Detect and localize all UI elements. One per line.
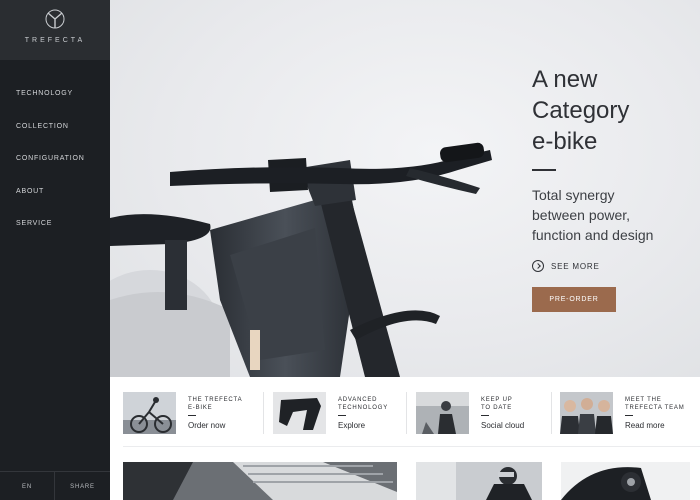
logo-block[interactable]: TREFECTA bbox=[0, 0, 110, 60]
feature-item-social[interactable]: KEEP UP TO DATE Social cloud bbox=[416, 392, 551, 436]
hero-banner: A new Category e-bike Total synergy betw… bbox=[110, 0, 700, 377]
hero-title: A new Category e-bike bbox=[532, 64, 692, 157]
feature-link[interactable]: Read more bbox=[625, 421, 665, 430]
hero-subtitle-line: between power, bbox=[532, 207, 631, 223]
strip-divider bbox=[123, 446, 700, 447]
gallery-tile-image[interactable] bbox=[123, 462, 397, 500]
language-button[interactable]: EN bbox=[0, 484, 54, 490]
sidebar: TREFECTA TECHNOLOGY COLLECTION CONFIGURA… bbox=[0, 0, 110, 500]
feature-thumb-image bbox=[416, 392, 469, 434]
nav-item-service[interactable]: SERVICE bbox=[16, 220, 85, 253]
sidebar-footer: EN SHARE bbox=[0, 471, 110, 500]
brand-name: TREFECTA bbox=[24, 37, 86, 44]
hero-subtitle-line: Total synergy bbox=[532, 187, 615, 203]
feature-link[interactable]: Explore bbox=[338, 421, 365, 430]
nav-item-technology[interactable]: TECHNOLOGY bbox=[16, 90, 85, 123]
feature-title-line: TO DATE bbox=[481, 405, 513, 411]
feature-title-line: KEEP UP bbox=[481, 397, 513, 403]
hero-title-line: A new bbox=[532, 66, 598, 93]
feature-title-line: E-BIKE bbox=[188, 405, 213, 411]
feature-title: THE TREFECTA E-BIKE bbox=[188, 396, 268, 412]
nav-item-configuration[interactable]: CONFIGURATION bbox=[16, 155, 85, 188]
hero-subtitle-line: function and design bbox=[532, 227, 654, 243]
feature-separator bbox=[406, 392, 407, 434]
nav-item-about[interactable]: ABOUT bbox=[16, 188, 85, 221]
hero-copy: A new Category e-bike Total synergy betw… bbox=[532, 64, 692, 312]
hero-divider bbox=[532, 169, 556, 171]
feature-item-technology[interactable]: ADVANCED TECHNOLOGY Explore bbox=[273, 392, 413, 436]
feature-strip: THE TREFECTA E-BIKE Order now ADVANCED T… bbox=[110, 377, 700, 450]
feature-separator bbox=[263, 392, 264, 434]
feature-separator bbox=[551, 392, 552, 434]
feature-link[interactable]: Social cloud bbox=[481, 421, 524, 430]
feature-dash bbox=[338, 415, 346, 416]
see-more-link[interactable]: SEE MORE bbox=[532, 259, 692, 273]
gallery-tile-image[interactable] bbox=[416, 462, 542, 500]
feature-title-line: TREFECTA TEAM bbox=[625, 405, 685, 411]
share-button[interactable]: SHARE bbox=[55, 484, 110, 490]
hero-title-line: e-bike bbox=[532, 128, 598, 155]
nav-item-collection[interactable]: COLLECTION bbox=[16, 123, 85, 156]
pre-order-button[interactable]: PRE-ORDER bbox=[532, 287, 616, 312]
feature-title: KEEP UP TO DATE bbox=[481, 396, 561, 412]
see-more-label: SEE MORE bbox=[551, 261, 600, 271]
feature-dash bbox=[625, 415, 633, 416]
feature-title-line: THE TREFECTA bbox=[188, 397, 243, 403]
feature-thumb-image bbox=[123, 392, 176, 434]
hero-subtitle: Total synergy between power, function an… bbox=[532, 185, 692, 245]
hero-title-line: Category bbox=[532, 97, 630, 124]
feature-dash bbox=[481, 415, 489, 416]
feature-item-ebike[interactable]: THE TREFECTA E-BIKE Order now bbox=[123, 392, 263, 436]
feature-thumb-image bbox=[560, 392, 613, 434]
arrow-right-circle-icon bbox=[532, 260, 544, 272]
feature-dash bbox=[188, 415, 196, 416]
gallery-tile-image[interactable] bbox=[561, 462, 690, 500]
feature-title-line: MEET THE bbox=[625, 397, 662, 403]
trefecta-logo-icon bbox=[45, 9, 65, 29]
feature-link[interactable]: Order now bbox=[188, 421, 225, 430]
feature-thumb-image bbox=[273, 392, 326, 434]
main-nav: TECHNOLOGY COLLECTION CONFIGURATION ABOU… bbox=[16, 90, 85, 253]
feature-item-team[interactable]: MEET THE TREFECTA TEAM Read more bbox=[560, 392, 700, 436]
feature-title: MEET THE TREFECTA TEAM bbox=[625, 396, 700, 412]
